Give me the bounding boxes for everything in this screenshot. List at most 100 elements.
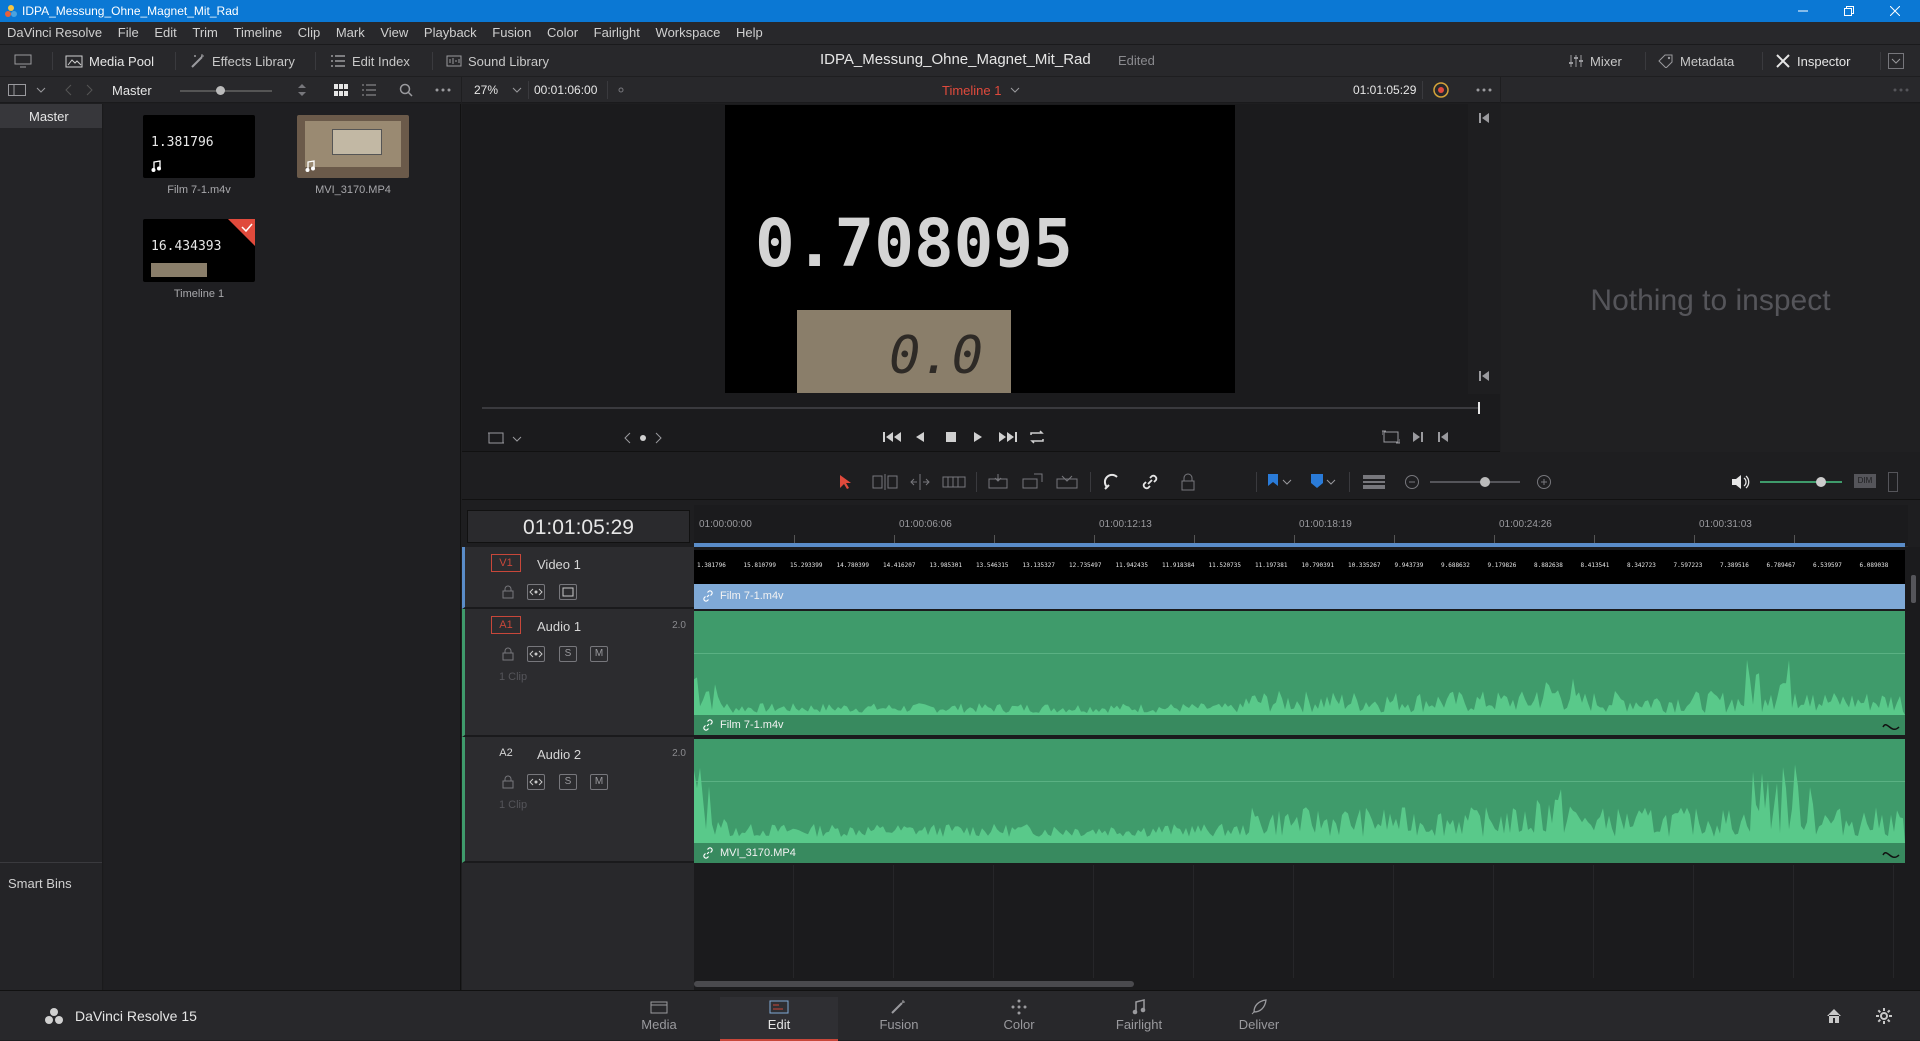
minimize-button[interactable]	[1780, 0, 1826, 22]
menu-trim[interactable]: Trim	[192, 22, 218, 40]
flag-icon[interactable]	[1266, 473, 1280, 489]
disable-track-button[interactable]	[559, 584, 577, 600]
forward-arrow-icon[interactable]	[84, 84, 94, 96]
list-view-icon[interactable]	[362, 84, 376, 96]
lock-icon[interactable]	[501, 647, 515, 661]
menu-timeline[interactable]: Timeline	[234, 22, 283, 40]
thumbnail-size-slider[interactable]	[180, 86, 272, 95]
mute-button[interactable]: M	[590, 646, 608, 662]
zoom-level[interactable]: 27%	[474, 83, 498, 97]
vertical-scrollbar[interactable]	[1908, 547, 1920, 990]
inspector-button[interactable]: Inspector	[1775, 51, 1850, 71]
replace-clip-icon[interactable]	[1054, 473, 1080, 491]
page-color[interactable]: Color	[960, 997, 1078, 1041]
page-deliver[interactable]: Deliver	[1200, 997, 1318, 1041]
insert-clip-icon[interactable]	[986, 473, 1010, 491]
chevron-down-icon[interactable]	[36, 86, 46, 94]
lock-icon[interactable]	[501, 775, 515, 789]
video-frame[interactable]: 0.708095 0.0	[725, 105, 1235, 393]
scrollbar-thumb[interactable]	[694, 981, 1134, 987]
jog-control-icon[interactable]	[624, 432, 662, 444]
more-options-icon[interactable]	[435, 88, 451, 92]
auto-select-button[interactable]	[527, 646, 545, 662]
solo-button[interactable]: S	[559, 646, 577, 662]
menu-workspace[interactable]: Workspace	[656, 22, 721, 40]
blade-icon[interactable]	[942, 473, 966, 491]
scrub-track[interactable]	[482, 407, 1479, 409]
more-options-icon[interactable]	[1476, 88, 1492, 92]
horizontal-scrollbar[interactable]	[694, 978, 1908, 990]
volume-slider[interactable]	[1760, 477, 1842, 487]
fade-curve-icon[interactable]	[1882, 721, 1900, 733]
sound-library-button[interactable]: Sound Library	[446, 51, 549, 71]
menu-edit[interactable]: Edit	[154, 22, 176, 40]
playback-speed-icon[interactable]	[1432, 82, 1450, 98]
viewer-scrubber[interactable]	[462, 394, 1500, 424]
sort-icon[interactable]	[296, 83, 308, 97]
match-frame-icon[interactable]	[1382, 430, 1400, 444]
previous-edit-icon[interactable]	[1437, 430, 1449, 444]
timeline-name[interactable]: Timeline 1	[942, 83, 1001, 98]
menu-mark[interactable]: Mark	[336, 22, 365, 40]
skip-to-start-icon[interactable]	[1478, 370, 1490, 382]
marker-icon[interactable]	[1310, 473, 1324, 489]
auto-select-button[interactable]	[527, 584, 545, 600]
close-window-button[interactable]	[1872, 0, 1918, 22]
clip-thumbnail-film[interactable]: 1.381796	[143, 115, 255, 178]
linked-selection-icon[interactable]	[1140, 472, 1160, 492]
media-pool-button[interactable]: Media Pool	[65, 51, 154, 71]
menu-clip[interactable]: Clip	[298, 22, 320, 40]
jump-to-start-icon[interactable]	[882, 430, 902, 444]
timeline-view-options-icon[interactable]	[1362, 474, 1386, 490]
chevron-down-icon[interactable]	[1326, 478, 1336, 486]
slider-handle[interactable]	[1480, 477, 1490, 487]
jump-to-end-icon[interactable]	[998, 430, 1018, 444]
next-edit-icon[interactable]	[1412, 430, 1424, 444]
video-clip[interactable]: 1.381796 15.810799 15.293399 14.780399 14.41…	[694, 550, 1905, 609]
menu-color[interactable]: Color	[547, 22, 578, 40]
effects-library-button[interactable]: Effects Library	[190, 51, 295, 71]
menu-playback[interactable]: Playback	[424, 22, 477, 40]
gear-icon[interactable]	[1876, 1008, 1892, 1024]
restore-button[interactable]	[1826, 0, 1872, 22]
fade-curve-icon[interactable]	[1882, 849, 1900, 861]
sidebar-item-master[interactable]: Master	[0, 104, 102, 128]
layout-toggle-button[interactable]	[14, 51, 32, 71]
menu-fusion[interactable]: Fusion	[492, 22, 531, 40]
more-options-icon[interactable]	[1893, 88, 1909, 92]
page-fairlight[interactable]: Fairlight	[1080, 997, 1198, 1041]
menu-view[interactable]: View	[380, 22, 408, 40]
menu-file[interactable]: File	[118, 22, 139, 40]
chevron-down-icon[interactable]	[512, 86, 522, 94]
play-icon[interactable]	[972, 430, 984, 444]
track-id[interactable]: A2	[491, 744, 521, 762]
timeline-thumbnail[interactable]: 16.434393	[143, 219, 255, 282]
timeline-zoom-slider[interactable]	[1430, 477, 1520, 487]
page-edit[interactable]: Edit	[720, 997, 838, 1041]
menu-help[interactable]: Help	[736, 22, 763, 40]
expand-button[interactable]	[1888, 51, 1904, 71]
track-header-video-1[interactable]: V1 Video 1	[462, 547, 694, 609]
solo-button[interactable]: S	[559, 774, 577, 790]
audio-meter-toggle[interactable]	[1888, 472, 1898, 492]
volume-icon[interactable]	[1730, 473, 1750, 491]
timeline-timecode[interactable]: 01:01:05:29	[467, 510, 690, 543]
track-id[interactable]: V1	[491, 554, 521, 572]
track-header-audio-2[interactable]: A2 Audio 2 2.0 S M 1 Clip	[462, 737, 694, 863]
mute-button[interactable]: M	[590, 774, 608, 790]
chevron-down-icon[interactable]	[512, 435, 522, 443]
slider-handle[interactable]	[216, 86, 225, 95]
selection-arrow-icon[interactable]	[838, 474, 852, 490]
lock-icon[interactable]	[501, 585, 515, 599]
menu-davinci-resolve[interactable]: DaVinci Resolve	[7, 22, 102, 40]
panel-toggle-icon[interactable]	[8, 83, 28, 97]
mixer-button[interactable]: Mixer	[1568, 51, 1622, 71]
clip-thumbnail-mvi[interactable]	[297, 115, 409, 178]
page-fusion[interactable]: Fusion	[840, 997, 958, 1041]
page-media[interactable]: Media	[600, 997, 718, 1041]
dim-button[interactable]: DIM	[1854, 474, 1876, 488]
track-id[interactable]: A1	[491, 616, 521, 634]
audio-clip[interactable]: Film 7-1.m4v	[694, 611, 1905, 735]
loop-icon[interactable]	[1028, 429, 1046, 445]
trim-edit-icon[interactable]	[872, 473, 898, 491]
